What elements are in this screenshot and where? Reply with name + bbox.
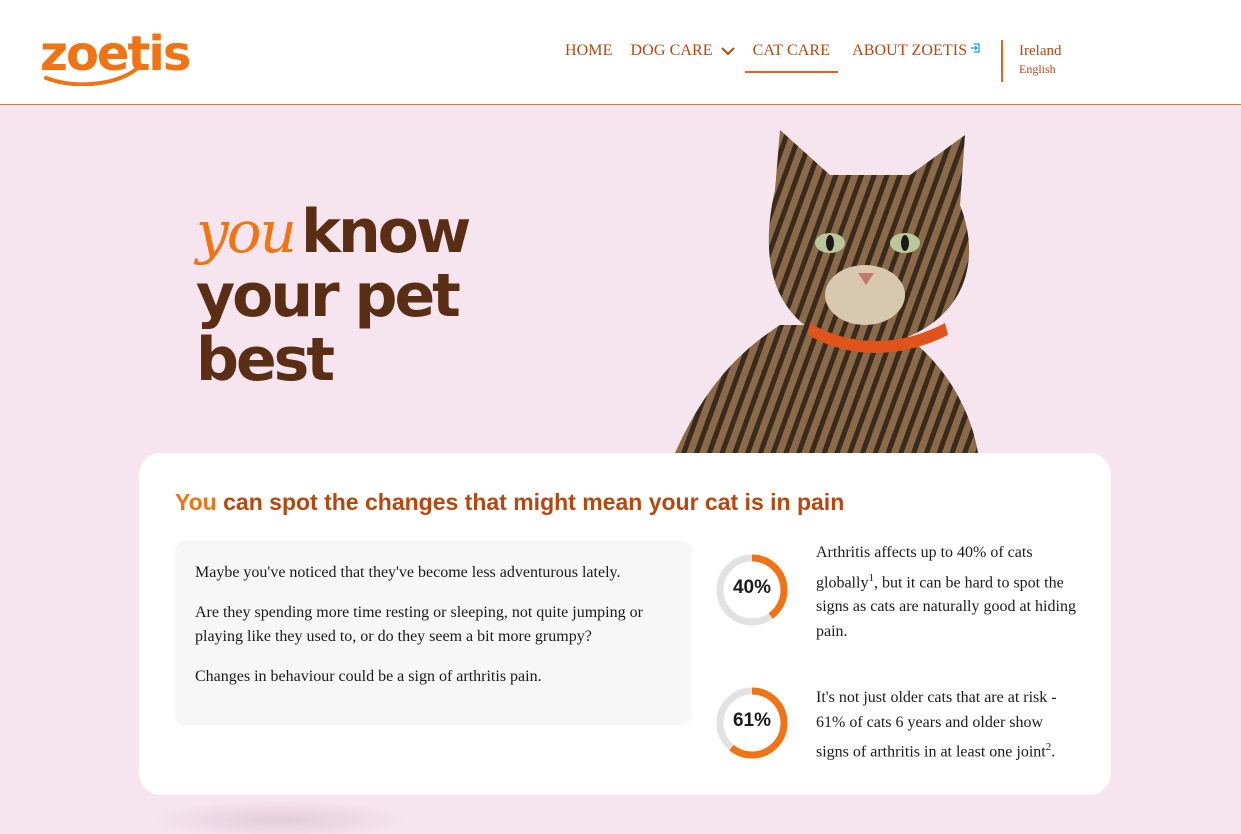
- stat-text: Arthritis affects up to 40% of cats glob…: [816, 541, 1078, 644]
- behaviour-textbox: Maybe you've noticed that they've become…: [175, 541, 692, 725]
- nav-cat-care-label: CAT CARE: [752, 41, 831, 59]
- stat-value: 61%: [732, 710, 772, 731]
- nav-dog-care-label: DOG CARE: [630, 42, 713, 59]
- nav-home-label: HOME: [565, 42, 613, 59]
- chevron-down-icon[interactable]: [720, 46, 735, 56]
- nav-about-zoetis[interactable]: ABOUT ZOETIS: [852, 32, 980, 72]
- hero-title-line1: you know: [196, 197, 471, 267]
- hero-title-line3: best: [196, 325, 335, 395]
- nav-cat-care[interactable]: CAT CARE: [744, 32, 839, 73]
- nav-dog-care[interactable]: DOG CARE: [631, 32, 735, 72]
- nav-about-label: ABOUT ZOETIS: [852, 42, 968, 59]
- hero-title: you know your pet best: [196, 197, 471, 395]
- hero-title-know: know: [301, 197, 471, 267]
- decorative-shadow: [150, 800, 410, 834]
- logo-text: zoetis: [40, 26, 190, 82]
- site-header: zoetis HOME DOG CARE CAT CARE ABOUT ZOET…: [0, 0, 1241, 105]
- hero-title-line2: your pet: [196, 261, 461, 331]
- stat-text: It's not just older cats that are at ris…: [816, 686, 1078, 765]
- region-selector[interactable]: Ireland English: [1019, 43, 1061, 77]
- paragraph-1: Maybe you've noticed that they've become…: [195, 564, 621, 581]
- hero-title-accent: you: [196, 198, 297, 266]
- stat-text-main: It's not just older cats that are at ris…: [816, 689, 1057, 761]
- zoetis-logo[interactable]: zoetis: [38, 20, 194, 86]
- region-language: English: [1019, 62, 1056, 76]
- card-title: You can spot the changes that might mean…: [175, 489, 844, 516]
- card-title-accent: You: [175, 489, 217, 515]
- info-card: You can spot the changes that might mean…: [139, 453, 1111, 795]
- card-title-rest: can spot the changes that might mean you…: [223, 489, 845, 515]
- main-nav: HOME DOG CARE CAT CARE ABOUT ZOETIS: [556, 0, 989, 104]
- paragraph-2: Are they spending more time resting or s…: [195, 604, 643, 645]
- cat-image: [675, 130, 978, 453]
- stat-value: 40%: [732, 577, 772, 598]
- nav-divider: [1001, 40, 1003, 82]
- nav-home[interactable]: HOME: [565, 32, 613, 72]
- stat-text-end: .: [1051, 743, 1056, 761]
- region-country: Ireland: [1019, 43, 1062, 59]
- paragraph-3: Changes in behaviour could be a sign of …: [195, 668, 542, 685]
- external-link-icon: [971, 43, 980, 53]
